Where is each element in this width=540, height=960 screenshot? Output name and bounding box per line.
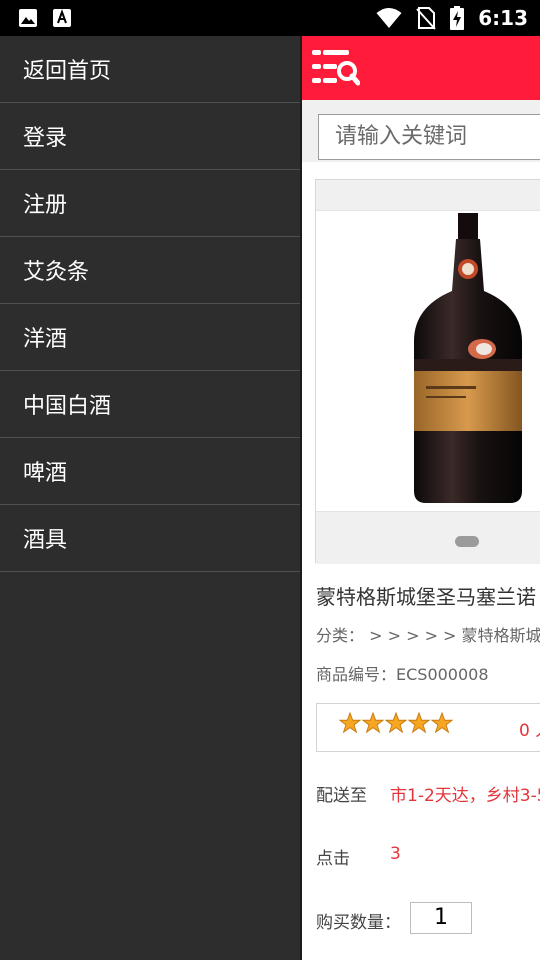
- quantity-input[interactable]: 1: [410, 902, 472, 934]
- product-sku: 商品编号：ECS000008: [316, 665, 489, 684]
- drawer-item-register[interactable]: 注册: [0, 170, 300, 237]
- drawer-item-foreign-liquor[interactable]: 洋酒: [0, 304, 300, 371]
- wine-bottle-image: [414, 213, 522, 503]
- navigation-drawer: 返回首页 登录 注册 艾灸条 洋酒 中国白酒 啤酒 酒具: [0, 36, 300, 960]
- drawer-item-moxa[interactable]: 艾灸条: [0, 237, 300, 304]
- battery-charging-icon: [450, 6, 465, 30]
- product-category: 分类： > > > > > 蒙特格斯城堡: [316, 626, 540, 645]
- drawer-item-label: 艾灸条: [23, 260, 90, 285]
- drawer-item-home[interactable]: 返回首页: [0, 36, 300, 103]
- status-bar: 6:13: [0, 0, 540, 36]
- product-gallery[interactable]: [315, 179, 540, 564]
- rating-stars: [339, 712, 453, 734]
- delivery-value[interactable]: 市1-2天达，乡村3-5天: [390, 781, 540, 806]
- no-sim-icon: [416, 7, 436, 30]
- rating-box[interactable]: 0 人: [316, 703, 540, 752]
- drawer-item-label: 啤酒: [23, 461, 68, 486]
- drawer-item-baijiu[interactable]: 中国白酒: [0, 371, 300, 438]
- drawer-item-label: 酒具: [23, 528, 68, 553]
- star-icon: [362, 712, 384, 734]
- drawer-item-label: 注册: [23, 193, 68, 218]
- drawer-item-beer[interactable]: 啤酒: [0, 438, 300, 505]
- menu-search-icon[interactable]: [312, 48, 360, 88]
- image-icon: [19, 9, 37, 27]
- drawer-item-label: 中国白酒: [23, 394, 112, 419]
- drawer-item-drinkware[interactable]: 酒具: [0, 505, 300, 572]
- drawer-item-label: 洋酒: [23, 327, 68, 352]
- a-icon: [53, 9, 71, 27]
- drawer-item-login[interactable]: 登录: [0, 103, 300, 170]
- top-bar: [302, 36, 540, 100]
- pager-dot[interactable]: [455, 536, 479, 547]
- product-image[interactable]: [316, 211, 540, 511]
- quantity-label: 购买数量：: [316, 913, 401, 933]
- search-input[interactable]: 请输入关键词: [318, 114, 540, 160]
- delivery-label: 配送至: [316, 786, 367, 806]
- product-page: 请输入关键词 蒙特格斯城堡圣马塞兰诺 分类： > > > > > 蒙特格斯城堡 …: [302, 36, 540, 960]
- gallery-pager: [316, 511, 540, 564]
- drawer-item-label: 返回首页: [23, 59, 112, 84]
- star-icon: [431, 712, 453, 734]
- clicks-value: 3: [390, 844, 401, 864]
- star-icon: [408, 712, 430, 734]
- product-title: 蒙特格斯城堡圣马塞兰诺: [316, 585, 536, 609]
- star-icon: [339, 712, 361, 734]
- clicks-label: 点击: [316, 849, 350, 869]
- wifi-icon: [376, 8, 402, 28]
- rating-count: 0 人: [519, 721, 540, 741]
- clock: 6:13: [478, 6, 528, 30]
- drawer-edge: [300, 36, 302, 960]
- drawer-item-label: 登录: [23, 126, 68, 151]
- search-row: 请输入关键词: [302, 100, 540, 162]
- star-icon: [385, 712, 407, 734]
- gallery-top-strip: [316, 180, 540, 211]
